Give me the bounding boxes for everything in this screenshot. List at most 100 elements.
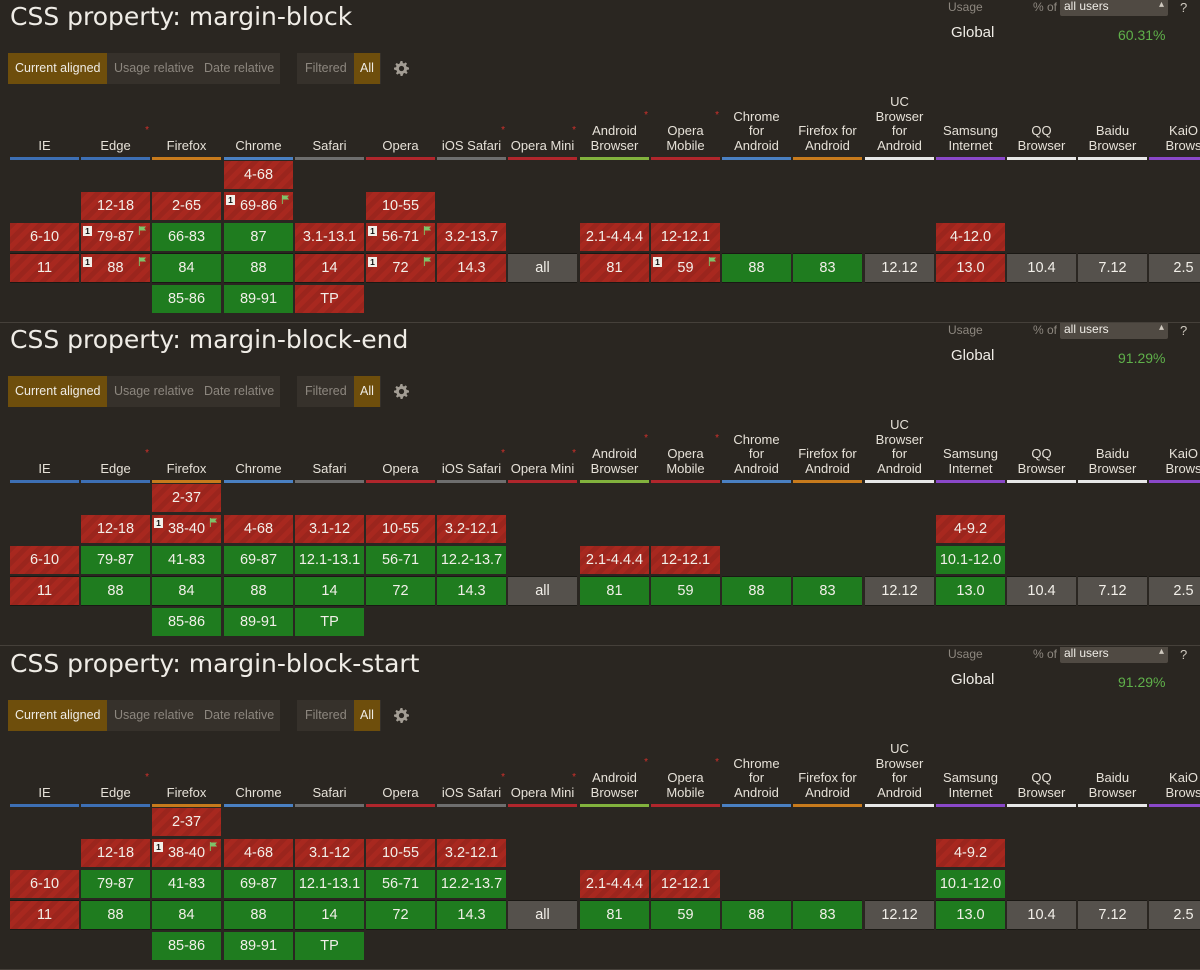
support-cell[interactable]: 89-91 bbox=[224, 932, 293, 960]
date-relative-button[interactable]: Date relative bbox=[204, 376, 274, 407]
filtered-button[interactable]: Filtered bbox=[305, 53, 347, 84]
support-cell[interactable]: 12.2-13.7 bbox=[437, 546, 506, 574]
users-select[interactable]: all users ▴︎ bbox=[1060, 647, 1168, 663]
help-icon[interactable]: ? bbox=[1180, 323, 1187, 338]
support-cell[interactable]: 2.1-4.4.4 bbox=[580, 870, 649, 898]
support-cell[interactable]: 3.1-12 bbox=[295, 839, 364, 867]
help-icon[interactable]: ? bbox=[1180, 0, 1187, 15]
support-cell[interactable]: TP bbox=[295, 932, 364, 960]
support-cell[interactable]: 2.5 bbox=[1149, 900, 1200, 930]
support-cell[interactable]: 3.1-12 bbox=[295, 515, 364, 543]
users-select[interactable]: all users ▴︎ bbox=[1060, 323, 1168, 339]
support-cell[interactable]: 2.1-4.4.4 bbox=[580, 546, 649, 574]
support-cell[interactable]: 12-12.1 bbox=[651, 546, 720, 574]
support-cell[interactable]: 4-9.2 bbox=[936, 839, 1005, 867]
support-cell[interactable]: 66-83 bbox=[152, 223, 221, 251]
filtered-button[interactable]: Filtered bbox=[305, 376, 347, 407]
support-cell[interactable]: 87 bbox=[224, 223, 293, 251]
usage-relative-button[interactable]: Usage relative bbox=[114, 53, 194, 84]
support-cell[interactable]: TP bbox=[295, 608, 364, 636]
support-cell[interactable]: 13.0 bbox=[936, 576, 1005, 606]
support-cell[interactable]: all bbox=[508, 253, 577, 283]
support-cell[interactable]: 3.2-12.1 bbox=[437, 515, 506, 543]
help-icon[interactable]: ? bbox=[1180, 647, 1187, 662]
support-cell[interactable]: 12.12 bbox=[865, 900, 934, 930]
support-cell[interactable]: 12.12 bbox=[865, 253, 934, 283]
support-cell[interactable]: 56-71 bbox=[366, 546, 435, 574]
support-cell[interactable]: 56-71 bbox=[366, 870, 435, 898]
support-cell[interactable]: 88 bbox=[722, 253, 791, 283]
support-cell[interactable]: 14.3 bbox=[437, 253, 506, 283]
support-cell[interactable]: 10.1-12.0 bbox=[936, 546, 1005, 574]
support-cell[interactable]: 59 bbox=[651, 900, 720, 930]
support-cell[interactable]: 59 bbox=[651, 576, 720, 606]
support-cell[interactable]: 3.2-12.1 bbox=[437, 839, 506, 867]
support-cell[interactable]: 2-65 bbox=[152, 192, 221, 220]
gear-icon[interactable] bbox=[394, 384, 409, 399]
support-cell[interactable]: 83 bbox=[793, 576, 862, 606]
support-cell[interactable]: 85-86 bbox=[152, 285, 221, 313]
support-cell[interactable]: 2.5 bbox=[1149, 576, 1200, 606]
support-cell[interactable]: 56-71 1 bbox=[366, 223, 435, 251]
support-cell[interactable]: 2-37 bbox=[152, 808, 221, 836]
support-cell[interactable]: 41-83 bbox=[152, 546, 221, 574]
date-relative-button[interactable]: Date relative bbox=[204, 53, 274, 84]
support-cell[interactable]: 41-83 bbox=[152, 870, 221, 898]
support-cell[interactable]: 88 bbox=[224, 253, 293, 283]
support-cell[interactable]: 12.2-13.7 bbox=[437, 870, 506, 898]
support-cell[interactable]: 7.12 bbox=[1078, 253, 1147, 283]
support-cell[interactable]: 10.1-12.0 bbox=[936, 870, 1005, 898]
usage-relative-button[interactable]: Usage relative bbox=[114, 700, 194, 731]
all-button[interactable]: All bbox=[354, 376, 380, 407]
support-cell[interactable]: 10-55 bbox=[366, 192, 435, 220]
support-cell[interactable]: 12.1-13.1 bbox=[295, 546, 364, 574]
usage-relative-button[interactable]: Usage relative bbox=[114, 376, 194, 407]
support-cell[interactable]: 88 bbox=[81, 900, 150, 930]
support-cell[interactable]: 84 bbox=[152, 576, 221, 606]
support-cell[interactable]: 12-18 bbox=[81, 839, 150, 867]
support-cell[interactable]: 38-40 1 bbox=[152, 515, 221, 543]
support-cell[interactable]: 12.1-13.1 bbox=[295, 870, 364, 898]
support-cell[interactable]: 7.12 bbox=[1078, 576, 1147, 606]
support-cell[interactable]: 83 bbox=[793, 900, 862, 930]
support-cell[interactable]: 14 bbox=[295, 253, 364, 283]
support-cell[interactable]: 14 bbox=[295, 576, 364, 606]
users-select[interactable]: all users ▴︎ bbox=[1060, 0, 1168, 16]
gear-icon[interactable] bbox=[394, 708, 409, 723]
support-cell[interactable]: 79-87 bbox=[81, 870, 150, 898]
support-cell[interactable]: 6-10 bbox=[10, 546, 79, 574]
filtered-button[interactable]: Filtered bbox=[305, 700, 347, 731]
support-cell[interactable]: 69-86 1 bbox=[224, 192, 293, 220]
support-cell[interactable]: 89-91 bbox=[224, 608, 293, 636]
support-cell[interactable]: 81 bbox=[580, 253, 649, 283]
support-cell[interactable]: 6-10 bbox=[10, 223, 79, 251]
support-cell[interactable]: 10-55 bbox=[366, 839, 435, 867]
support-cell[interactable]: 11 bbox=[10, 576, 79, 606]
support-cell[interactable]: 88 bbox=[81, 576, 150, 606]
gear-icon[interactable] bbox=[394, 61, 409, 76]
all-button[interactable]: All bbox=[354, 53, 380, 84]
support-cell[interactable]: all bbox=[508, 576, 577, 606]
support-cell[interactable]: all bbox=[508, 900, 577, 930]
support-cell[interactable]: 10.4 bbox=[1007, 900, 1076, 930]
support-cell[interactable]: 69-87 bbox=[224, 870, 293, 898]
current-aligned-button[interactable]: Current aligned bbox=[8, 53, 108, 84]
support-cell[interactable]: 4-12.0 bbox=[936, 223, 1005, 251]
support-cell[interactable]: 14.3 bbox=[437, 900, 506, 930]
support-cell[interactable]: 69-87 bbox=[224, 546, 293, 574]
support-cell[interactable]: 83 bbox=[793, 253, 862, 283]
support-cell[interactable]: 2.1-4.4.4 bbox=[580, 223, 649, 251]
support-cell[interactable]: 2-37 bbox=[152, 484, 221, 512]
support-cell[interactable]: 10.4 bbox=[1007, 576, 1076, 606]
support-cell[interactable]: 3.2-13.7 bbox=[437, 223, 506, 251]
support-cell[interactable]: 88 bbox=[224, 900, 293, 930]
current-aligned-button[interactable]: Current aligned bbox=[8, 700, 108, 731]
support-cell[interactable]: 2.5 bbox=[1149, 253, 1200, 283]
support-cell[interactable]: 88 bbox=[722, 900, 791, 930]
support-cell[interactable]: 14 bbox=[295, 900, 364, 930]
support-cell[interactable]: 88 bbox=[224, 576, 293, 606]
support-cell[interactable]: 72 1 bbox=[366, 253, 435, 283]
support-cell[interactable]: 89-91 bbox=[224, 285, 293, 313]
support-cell[interactable]: 12-18 bbox=[81, 192, 150, 220]
support-cell[interactable]: 59 1 bbox=[651, 253, 720, 283]
